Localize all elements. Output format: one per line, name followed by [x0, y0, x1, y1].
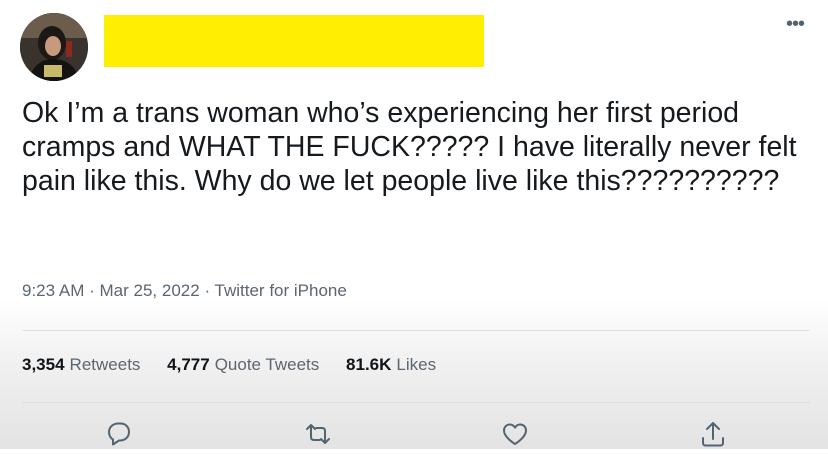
retweet-icon[interactable] [302, 418, 334, 450]
more-icon[interactable]: ••• [782, 14, 808, 34]
avatar-image [20, 13, 88, 81]
retweets-label: Retweets [69, 355, 141, 374]
tweet-time[interactable]: 9:23 AM [22, 281, 84, 300]
likes-label: Likes [396, 355, 437, 374]
tweet-text: Ok I’m a trans woman who’s experiencing … [22, 97, 797, 197]
quotes-count: 4,777 [167, 355, 210, 374]
redacted-user-name [104, 15, 484, 67]
quote-tweets-stat[interactable]: 4,777 Quote Tweets [167, 355, 319, 374]
likes-count: 81.6K [346, 355, 392, 374]
avatar[interactable] [20, 13, 88, 81]
meta-separator: · [204, 281, 211, 300]
tweet-stats: 3,354 Retweets 4,777 Quote Tweets 81.6K Lik… [22, 355, 458, 375]
retweets-stat[interactable]: 3,354 Retweets [22, 355, 140, 374]
reply-icon[interactable] [103, 418, 135, 450]
divider [22, 330, 810, 331]
tweet-source[interactable]: Twitter for iPhone [215, 281, 347, 300]
likes-stat[interactable]: 81.6K Likes [346, 355, 436, 374]
tweet-meta: 9:23 AM · Mar 25, 2022 · Twitter for iPh… [22, 281, 347, 301]
share-icon[interactable] [697, 418, 729, 450]
like-icon[interactable] [499, 418, 531, 450]
divider [22, 402, 810, 403]
meta-separator: · [89, 281, 95, 300]
quotes-label: Quote Tweets [214, 355, 320, 374]
retweets-count: 3,354 [22, 355, 65, 374]
tweet-date[interactable]: Mar 25, 2022 [100, 281, 200, 300]
